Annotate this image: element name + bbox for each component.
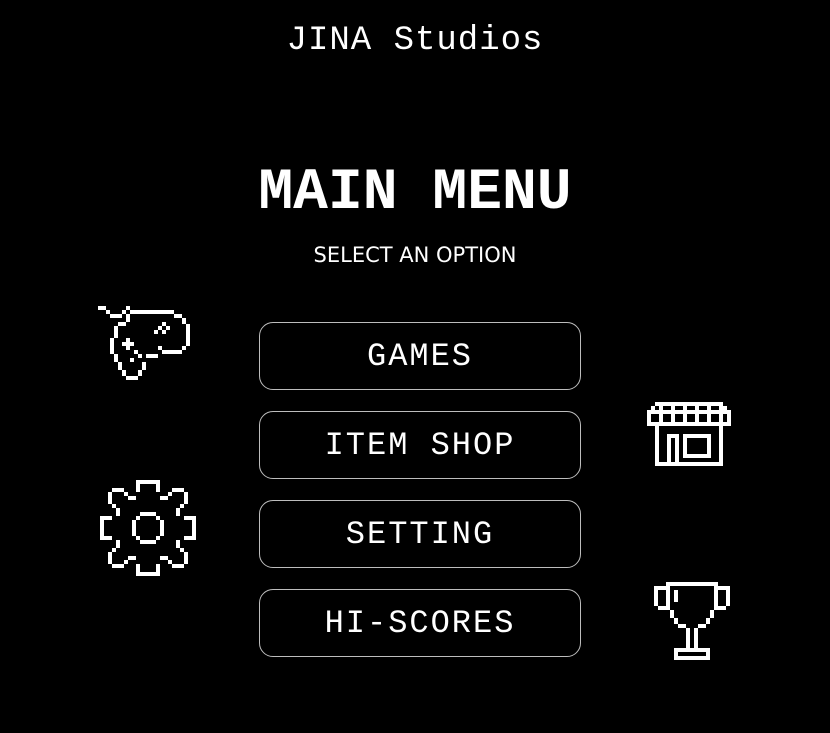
gear-icon — [100, 480, 196, 576]
trophy-icon — [654, 582, 730, 660]
menu-subtitle: SELECT AN OPTION — [313, 243, 517, 267]
item-shop-button[interactable]: ITEM SHOP — [259, 411, 581, 479]
setting-button[interactable]: SETTING — [259, 500, 581, 568]
gamepad-icon — [98, 304, 194, 384]
shop-icon — [647, 402, 731, 466]
studio-name: JINA Studios — [286, 22, 544, 60]
main-menu-title: MAIN MENU — [258, 161, 572, 226]
hi-scores-button[interactable]: HI-SCORES — [259, 589, 581, 657]
games-button[interactable]: GAMES — [259, 322, 581, 390]
